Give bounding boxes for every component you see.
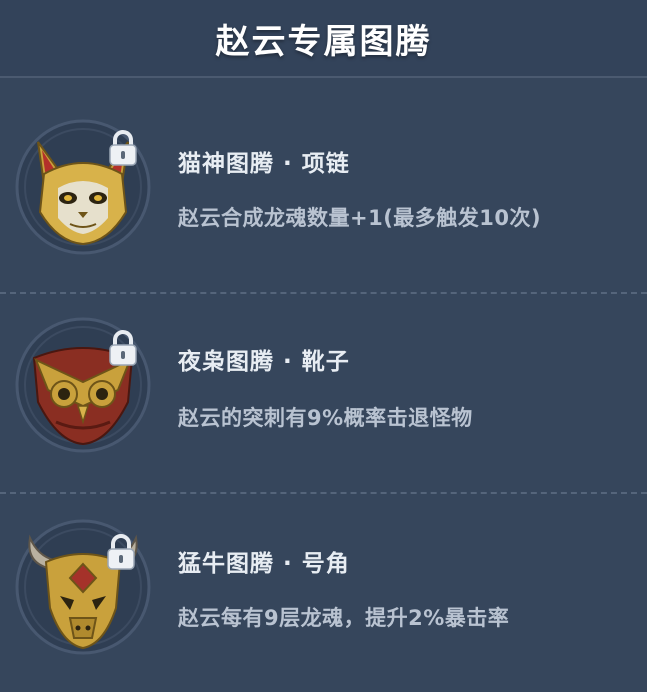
totem-description: 赵云的突刺有9%概率击退怪物 xyxy=(178,406,473,430)
totem-row-bull[interactable]: 猛牛图腾 · 号角 赵云每有9层龙魂，提升2%暴击率 xyxy=(0,492,647,692)
lock-icon xyxy=(104,532,138,572)
totem-description: 赵云合成龙魂数量+1(最多触发10次) xyxy=(178,206,542,230)
totem-name: 猛牛图腾 · 号角 xyxy=(178,551,350,577)
header-bar: 赵云专属图腾 xyxy=(0,0,647,78)
totem-row-cat[interactable]: 猫神图腾 · 项链 赵云合成龙魂数量+1(最多触发10次) xyxy=(0,90,647,290)
totem-name: 猫神图腾 · 项链 xyxy=(178,151,350,177)
lock-icon xyxy=(106,128,140,168)
totem-description: 赵云每有9层龙魂，提升2%暴击率 xyxy=(178,606,510,630)
totem-row-owl[interactable]: 夜枭图腾 · 靴子 赵云的突刺有9%概率击退怪物 xyxy=(0,292,647,492)
lock-icon xyxy=(106,328,140,368)
totem-name: 夜枭图腾 · 靴子 xyxy=(178,349,350,375)
page-title: 赵云专属图腾 xyxy=(215,21,432,62)
